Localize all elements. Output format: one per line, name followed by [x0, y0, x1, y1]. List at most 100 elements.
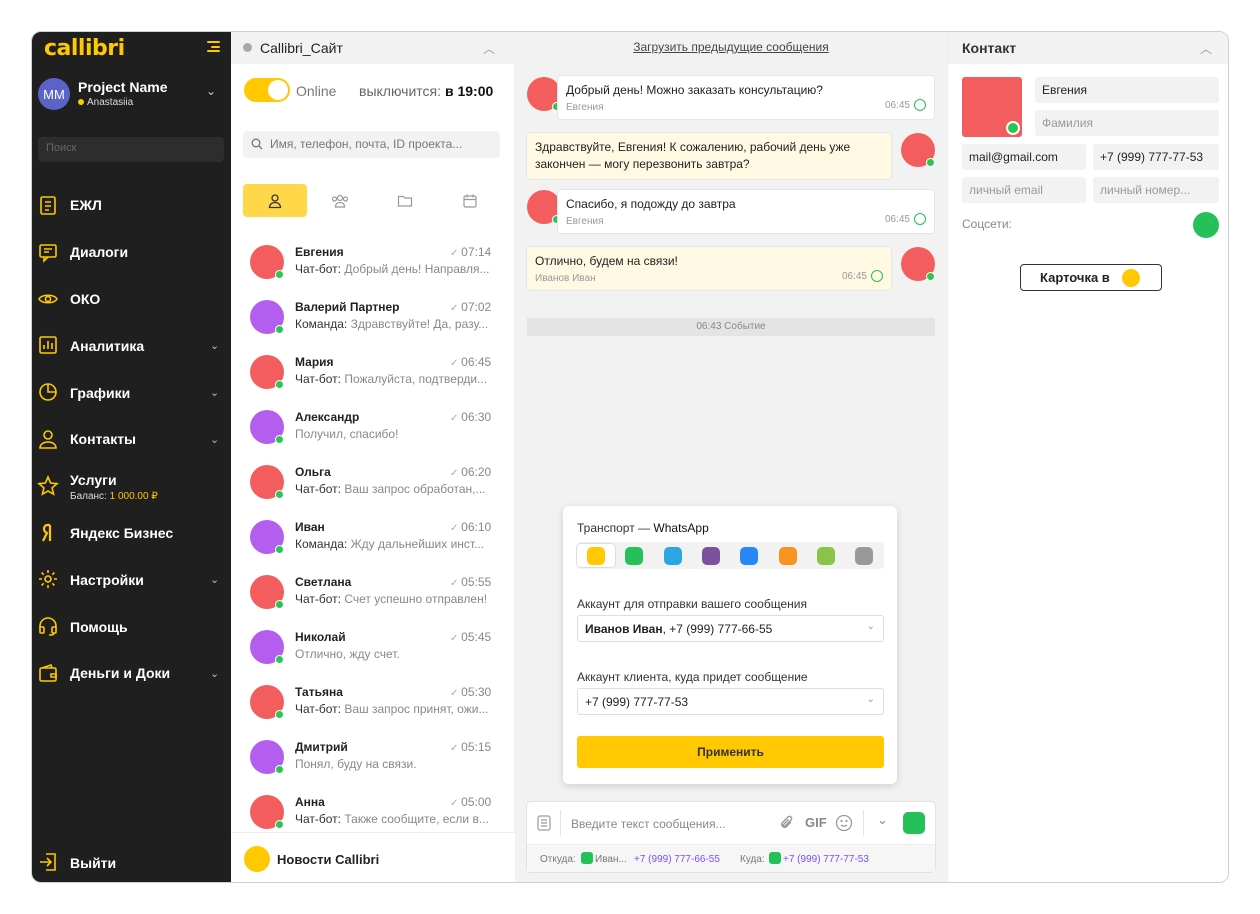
chat-preview: Чат-бот: Счет успешно отправлен! [295, 592, 488, 606]
chat-list-item[interactable]: Валерий Партнер 07:02 Команда: Здравствуйт… [231, 294, 515, 349]
sidebar-item-4[interactable]: Графики ⌄ [32, 369, 231, 416]
attach-icon[interactable] [779, 814, 795, 832]
emoji-icon[interactable] [835, 814, 853, 832]
sidebar-item-label: Настройки [70, 571, 144, 588]
menu-collapse-icon[interactable] [207, 41, 220, 52]
chat-list-item[interactable]: Дмитрий 05:15 Понял, буду на связи. [231, 734, 515, 789]
sidebar-item-6[interactable]: Услуги Баланс: 1 000.00 ₽ [32, 463, 231, 510]
contact-avatar[interactable] [962, 77, 1022, 137]
chat-preview: Чат-бот: Добрый день! Направля... [295, 262, 490, 276]
email-field[interactable]: mail@gmail.com [962, 144, 1086, 170]
phone-field[interactable]: +7 (999) 777-77-53 [1093, 144, 1219, 170]
client-label: Аккаунт клиента, куда придет сообщение [577, 670, 808, 684]
project-switcher[interactable]: MM Project Name Anastasiia ⌄ [38, 76, 228, 112]
message-author: Евгения [566, 216, 604, 227]
whatsapp-icon[interactable] [1193, 212, 1219, 238]
sidebar-search-input[interactable]: Поиск [38, 137, 224, 162]
transport-option[interactable] [654, 544, 692, 567]
sidebar-item-5[interactable]: Контакты ⌄ [32, 416, 231, 463]
chat-list-item[interactable]: Мария 06:45 Чат-бот: Пожалуйста, подтверди… [231, 349, 515, 404]
sender-account-select[interactable]: Иванов Иван, +7 (999) 777-66-55 ⌄ [577, 615, 884, 642]
sidebar-item-label: Услуги [70, 471, 117, 488]
transport-option[interactable] [845, 544, 883, 567]
message-meta: 06:45 [885, 211, 926, 228]
transport-option[interactable] [692, 544, 730, 567]
chat-time: 06:20 [450, 465, 491, 479]
tab-scheduled[interactable] [438, 184, 502, 217]
tab-team[interactable] [308, 184, 372, 217]
chat-time: 05:15 [450, 740, 491, 754]
status-dot-icon [78, 99, 84, 105]
last-name-field[interactable]: Фамилия [1035, 110, 1219, 136]
chevron-down-icon[interactable]: ⌄ [877, 812, 888, 828]
transport-option[interactable] [615, 544, 653, 567]
news-link[interactable]: Новости Callibri [231, 832, 515, 882]
online-dot-icon [275, 600, 284, 609]
chat-list-item[interactable]: Татьяна 05:30 Чат-бот: Ваш запрос принят, … [231, 679, 515, 734]
message-meta: 06:45 [885, 97, 926, 114]
tab-personal[interactable] [243, 184, 307, 217]
first-name-field[interactable]: Евгения [1035, 77, 1219, 103]
whatsapp-send-icon[interactable] [903, 812, 925, 834]
avatar [250, 685, 284, 719]
user-label: Anastasiia [87, 97, 134, 108]
chat-list-item[interactable]: Александр 06:30 Получил, спасибо! [231, 404, 515, 459]
tab-archive[interactable] [373, 184, 437, 217]
callibri-card-button[interactable]: Карточка в [1020, 264, 1162, 291]
sidebar-item-10[interactable]: Деньги и Доки ⌄ [32, 650, 231, 697]
viber-icon [701, 546, 720, 565]
online-toggle[interactable] [244, 78, 290, 102]
sidebar-item-7[interactable]: Яндекс Бизнес [32, 510, 231, 557]
callibri-logo[interactable]: callibri [44, 36, 125, 61]
message-input[interactable]: Введите текст сообщения... [571, 817, 726, 831]
chat-list-item[interactable]: Иван 06:10 Команда: Жду дальнейших инст... [231, 514, 515, 569]
chat-list-item[interactable]: Светлана 05:55 Чат-бот: Счет успешно отпра… [231, 569, 515, 624]
sidebar-item-2[interactable]: ОКО [32, 276, 231, 323]
online-dot-icon [275, 380, 284, 389]
person-icon [39, 430, 57, 449]
client-account-select[interactable]: +7 (999) 777-77-53 ⌄ [577, 688, 884, 715]
to-phone-link[interactable]: +7 (999) 777-77-53 [783, 854, 869, 865]
card-label: Карточка в [1040, 270, 1110, 285]
offline-time: выключится: в 19:00 [359, 83, 493, 99]
online-dot-icon [275, 765, 284, 774]
to-label: Куда: [740, 854, 765, 865]
load-previous-link[interactable]: Загрузить предыдущие сообщения [515, 40, 947, 54]
transport-option[interactable] [807, 544, 845, 567]
sidebar-item-label: Аналитика [70, 337, 145, 354]
from-phone-link[interactable]: +7 (999) 777-66-55 [634, 854, 720, 865]
sidebar-item-8[interactable]: Настройки ⌄ [32, 556, 231, 603]
transport-option[interactable] [769, 544, 807, 567]
chat-name: Анна [295, 795, 325, 809]
logout-button[interactable]: Выйти [32, 845, 231, 879]
chat-list-item[interactable]: Евгения 07:14 Чат-бот: Добрый день! Направ… [231, 239, 515, 294]
sidebar-item-9[interactable]: Помощь [32, 603, 231, 650]
chat-search-input[interactable]: Имя, телефон, почта, ID проекта... [243, 131, 500, 158]
sidebar-item-0[interactable]: ЕЖЛ [32, 182, 231, 229]
contact-header: Контакт ︿ [948, 32, 1228, 64]
transport-option[interactable] [730, 544, 768, 567]
chat-preview-prefix: Команда: [295, 537, 348, 551]
chat-list-panel: Callibri_Сайт ︿ Online выключится: в 19:0… [231, 32, 515, 882]
chevron-up-icon[interactable]: ︿ [1200, 40, 1212, 57]
chevron-up-icon[interactable]: ︿ [483, 40, 495, 57]
personal-phone-field[interactable]: личный номер... [1093, 177, 1219, 203]
sidebar-item-1[interactable]: Диалоги [32, 229, 231, 276]
template-icon[interactable] [537, 815, 551, 831]
personal-email-field[interactable]: личный email [962, 177, 1086, 203]
callibri-icon [1122, 269, 1140, 287]
chat-preview: Команда: Здравствуйте! Да, разу... [295, 317, 489, 331]
sidebar-item-3[interactable]: Аналитика ⌄ [32, 322, 231, 369]
online-dot-icon [275, 435, 284, 444]
conversation-panel: Загрузить предыдущие сообщения Добрый де… [515, 32, 947, 882]
chat-filter-tabs [243, 184, 503, 217]
chat-list-item[interactable]: Ольга 06:20 Чат-бот: Ваш запрос обработан,… [231, 459, 515, 514]
apply-button[interactable]: Применить [577, 736, 884, 768]
avatar [527, 190, 561, 224]
gif-button[interactable]: GIF [805, 815, 827, 830]
transport-option[interactable] [577, 544, 615, 567]
site-selector[interactable]: Callibri_Сайт ︿ [231, 32, 515, 64]
chevron-down-icon: ⌄ [210, 667, 220, 680]
client-phone: +7 (999) 777-77-53 [585, 695, 689, 709]
chat-list-item[interactable]: Николай 05:45 Отлично, жду счет. [231, 624, 515, 679]
